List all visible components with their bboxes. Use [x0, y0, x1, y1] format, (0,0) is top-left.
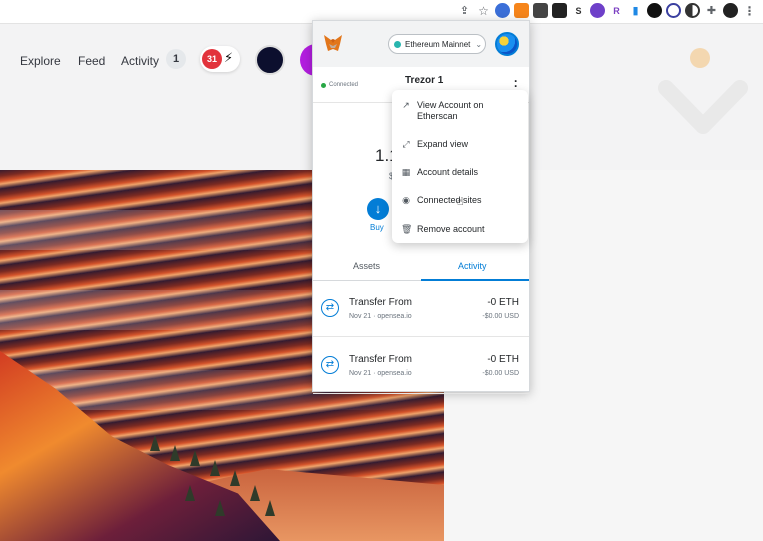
profile-avatar[interactable] — [723, 3, 738, 18]
network-name: Ethereum Mainnet — [405, 39, 471, 49]
globe-ext-icon[interactable] — [666, 3, 681, 18]
tx-title: Transfer From — [349, 297, 412, 308]
tx-subtitle: Nov 21 · opensea.io — [349, 370, 412, 377]
menu-item-label: Expand view — [417, 139, 469, 149]
r-icon[interactable]: R — [609, 3, 624, 18]
account-name[interactable]: Trezor 1 — [405, 75, 443, 86]
transfer-icon: ⇄ — [321, 299, 339, 317]
tx-subtitle: Nov 21 · opensea.io — [349, 313, 412, 320]
nav-activity[interactable]: Activity — [121, 54, 159, 68]
ext-dark-icon[interactable] — [552, 3, 567, 18]
account-identicon[interactable] — [495, 32, 519, 56]
faded-logo-icon — [658, 48, 748, 134]
extension-icons: ⇪ ☆ S R ▮ ✚ ⋮ — [457, 3, 757, 18]
menu-item-view-etherscan[interactable]: ↗ View Account on Etherscan — [392, 100, 528, 122]
share-icon[interactable]: ⇪ — [457, 3, 472, 18]
connected-status[interactable]: Connected — [321, 82, 358, 88]
trash-icon: 🗑 — [401, 224, 413, 234]
transfer-icon: ⇄ — [321, 356, 339, 374]
activity-count-badge: 1 — [166, 49, 186, 69]
transaction-row[interactable]: ⇄ Transfer From Nov 21 · opensea.io -0 E… — [313, 340, 529, 394]
s-icon[interactable]: S — [571, 3, 586, 18]
transaction-row[interactable]: ⇄ Transfer From Nov 21 · opensea.io -0 E… — [313, 283, 529, 337]
menu-item-account-details[interactable]: ▦ Account details — [392, 167, 528, 178]
menu-item-label: Connected sites — [417, 195, 482, 205]
puzzle-icon[interactable]: ✚ — [704, 3, 719, 18]
tab-activity[interactable]: Activity — [458, 261, 487, 271]
tx-title: Transfer From — [349, 354, 412, 365]
metamask-header: Ethereum Mainnet ⌄ — [313, 21, 529, 67]
github-icon[interactable] — [590, 3, 605, 18]
menu-item-label: Account details — [417, 167, 479, 177]
bookmark-icon[interactable]: ▮ — [628, 3, 643, 18]
mouse-pointer-icon: ☝ — [457, 196, 464, 208]
buy-label[interactable]: Buy — [370, 223, 384, 232]
tx-fiat: -$0.00 USD — [482, 370, 519, 377]
star-icon[interactable]: ☆ — [476, 3, 491, 18]
network-status-dot — [394, 40, 401, 48]
user-avatar[interactable] — [255, 45, 285, 75]
nav-explore[interactable]: Explore — [20, 54, 61, 68]
chevron-down-icon: ⌄ — [475, 39, 483, 49]
external-link-icon: ↗ — [402, 100, 410, 110]
tx-fiat: -$0.00 USD — [482, 313, 519, 320]
account-options-menu: ↗ View Account on Etherscan ⤢ Expand vie… — [392, 90, 528, 243]
connected-label: Connected — [329, 82, 359, 88]
tx-amount: -0 ETH — [487, 297, 519, 308]
bolt-icon: ⚡ — [224, 50, 234, 65]
metamask-ext-icon[interactable] — [514, 3, 529, 18]
grid-icon: ▦ — [401, 167, 411, 177]
more-vert-icon[interactable]: ⋮ — [742, 3, 757, 18]
circle-ext-icon[interactable] — [647, 3, 662, 18]
metamask-fox-icon[interactable] — [323, 33, 343, 53]
tx-amount: -0 ETH — [487, 354, 519, 365]
connected-dot-icon — [321, 82, 326, 88]
wallet-tabs: Assets Activity — [313, 253, 529, 281]
menu-item-expand-view[interactable]: ⤢ Expand view — [392, 139, 528, 150]
active-tab-indicator — [421, 279, 529, 281]
menu-item-label: View Account on Etherscan — [417, 100, 484, 121]
tab-assets[interactable]: Assets — [353, 261, 380, 271]
expand-icon: ⤢ — [402, 139, 410, 149]
nav-feed[interactable]: Feed — [78, 54, 105, 68]
buy-button[interactable]: ↓ — [367, 198, 389, 220]
download-arrow-icon: ↓ — [374, 201, 382, 216]
contrast-ext-icon[interactable] — [685, 3, 700, 18]
connected-sites-icon: ◉ — [402, 195, 410, 205]
notification-button[interactable]: 31 ⚡ — [200, 46, 240, 72]
menu-item-remove-account[interactable]: 🗑 Remove account — [392, 224, 528, 235]
network-selector[interactable]: Ethereum Mainnet ⌄ — [388, 34, 486, 54]
ext-badge-icon[interactable] — [533, 3, 548, 18]
menu-item-label: Remove account — [417, 224, 485, 234]
notification-count: 31 — [202, 49, 222, 69]
ext-blue-icon[interactable] — [495, 3, 510, 18]
